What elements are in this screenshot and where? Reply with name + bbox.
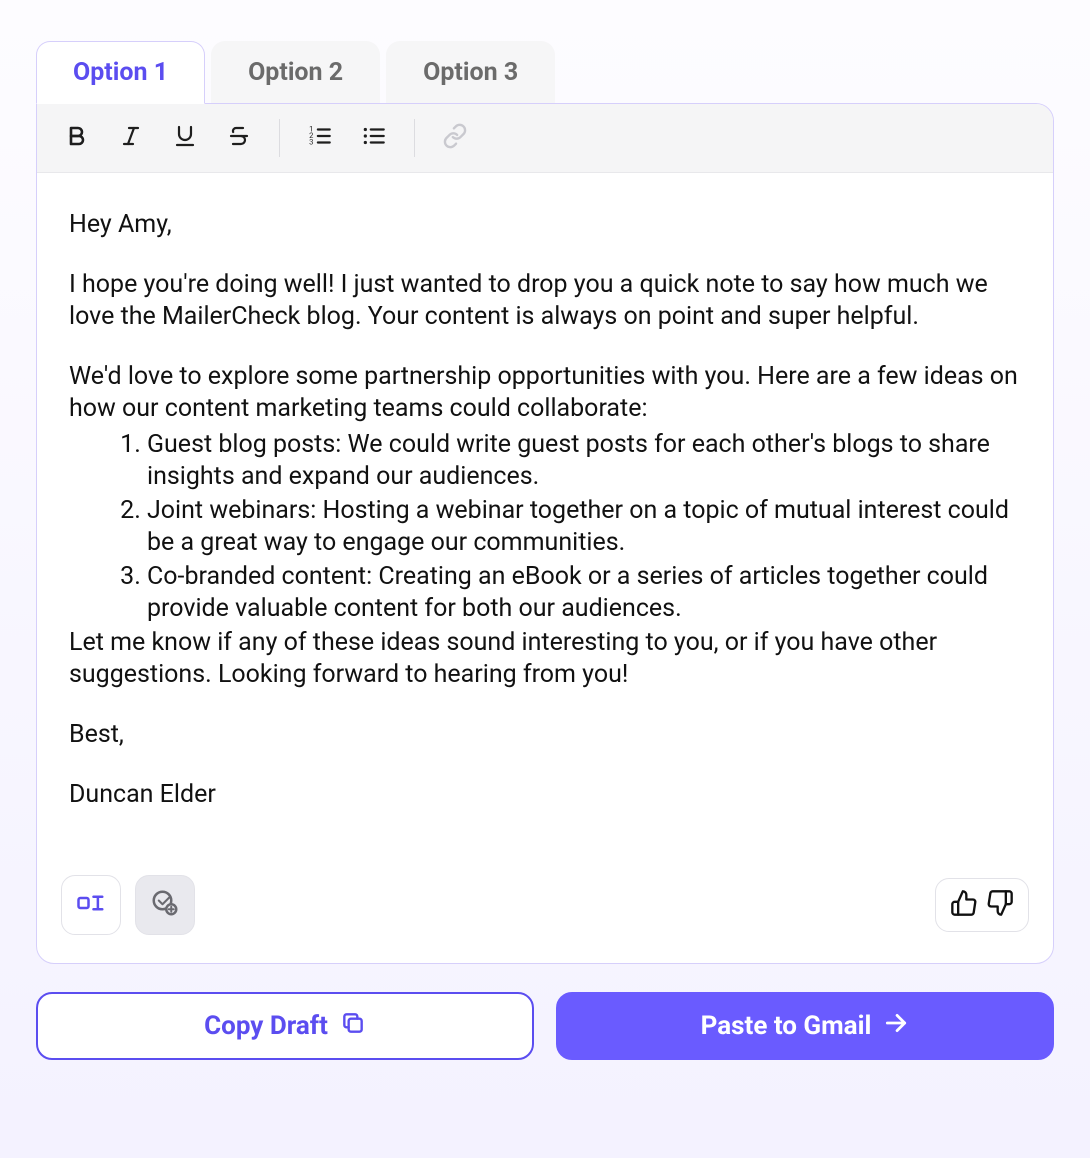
underline-icon — [173, 124, 197, 152]
arrow-right-icon — [883, 1010, 909, 1043]
toolbar-separator — [279, 119, 280, 157]
strikethrough-button[interactable] — [217, 116, 261, 160]
copy-icon — [340, 1010, 366, 1043]
rename-icon — [76, 888, 106, 922]
italic-button[interactable] — [109, 116, 153, 160]
thumbs-down-button[interactable] — [986, 889, 1014, 921]
tone-adjust-button[interactable] — [135, 875, 195, 935]
unordered-list-icon — [361, 123, 387, 153]
list-item: Co-branded content: Creating an eBook or… — [147, 561, 1021, 625]
bold-icon — [65, 124, 89, 152]
rename-button[interactable] — [61, 875, 121, 935]
tone-adjust-icon — [150, 888, 180, 922]
email-greeting: Hey Amy, — [69, 209, 1021, 241]
link-icon — [442, 123, 468, 153]
tab-label: Option 1 — [73, 58, 168, 87]
option-tabs: Option 1 Option 2 Option 3 — [36, 40, 1054, 103]
email-ideas-list: Guest blog posts: We could write guest p… — [69, 429, 1021, 625]
link-button[interactable] — [433, 116, 477, 160]
bottom-button-row: Copy Draft Paste to Gmail — [36, 992, 1054, 1060]
tab-option-2[interactable]: Option 2 — [211, 41, 380, 104]
editor-actions-row — [37, 857, 1053, 963]
thumbs-up-button[interactable] — [950, 889, 978, 921]
email-lead-in: We'd love to explore some partnership op… — [69, 361, 1021, 425]
button-label: Copy Draft — [204, 1011, 328, 1041]
button-label: Paste to Gmail — [701, 1011, 872, 1041]
editor-card: 123 Hey Amy, I hope you're doing well! I… — [36, 103, 1054, 964]
email-signoff: Best, — [69, 719, 1021, 751]
ordered-list-icon: 123 — [307, 123, 333, 153]
toolbar-separator — [414, 119, 415, 157]
tab-label: Option 2 — [248, 58, 343, 87]
email-closing-line: Let me know if any of these ideas sound … — [69, 627, 1021, 691]
email-intro: I hope you're doing well! I just wanted … — [69, 269, 1021, 333]
email-signature: Duncan Elder — [69, 779, 1021, 811]
editor-toolbar: 123 — [37, 104, 1053, 173]
underline-button[interactable] — [163, 116, 207, 160]
tab-option-1[interactable]: Option 1 — [36, 41, 205, 104]
feedback-buttons — [935, 878, 1029, 932]
tab-option-3[interactable]: Option 3 — [386, 41, 555, 104]
copy-draft-button[interactable]: Copy Draft — [36, 992, 534, 1060]
paste-to-gmail-button[interactable]: Paste to Gmail — [556, 992, 1054, 1060]
bold-button[interactable] — [55, 116, 99, 160]
list-item: Joint webinars: Hosting a webinar togeth… — [147, 495, 1021, 559]
list-item: Guest blog posts: We could write guest p… — [147, 429, 1021, 493]
ordered-list-button[interactable]: 123 — [298, 116, 342, 160]
unordered-list-button[interactable] — [352, 116, 396, 160]
italic-icon — [119, 124, 143, 152]
email-body[interactable]: Hey Amy, I hope you're doing well! I jus… — [37, 173, 1053, 857]
strikethrough-icon — [227, 124, 251, 152]
svg-text:3: 3 — [309, 138, 313, 147]
tab-label: Option 3 — [423, 58, 518, 87]
